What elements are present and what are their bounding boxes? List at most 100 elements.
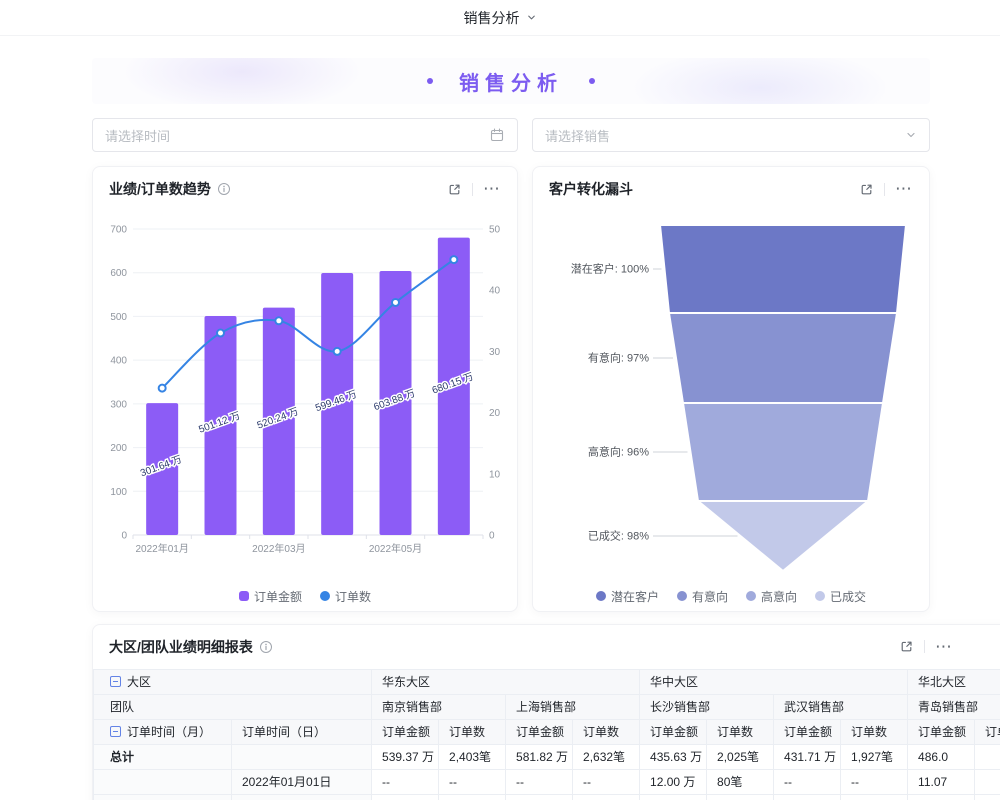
table-row: 总计539.37 万2,403笔581.82 万2,632笔435.63 万2,… (94, 745, 1000, 770)
team-header-text: 上海销售部 (516, 700, 576, 714)
chevron-down-icon[interactable] (905, 129, 917, 141)
value-cell: -- (439, 770, 506, 795)
funnel-card-title-text: 客户转化漏斗 (549, 179, 633, 199)
decor-dot-left (427, 78, 433, 84)
measure-header-text: 订单金额 (650, 725, 698, 739)
day-cell (232, 745, 372, 770)
measure-header: 订单金额 (908, 720, 975, 745)
value-cell: 2,403笔 (439, 745, 506, 770)
x-axis-label: 2022年05月 (369, 542, 422, 555)
legend-label: 订单金额 (254, 588, 302, 605)
value-cell-text: 581.82 万 (516, 750, 568, 764)
legend-item[interactable]: 订单金额 (239, 588, 302, 605)
calendar-icon[interactable] (489, 127, 505, 143)
funnel-stage[interactable] (669, 313, 897, 403)
team-header: 长沙销售部 (640, 695, 774, 720)
measure-header: 订单金额 (506, 720, 573, 745)
page-selector[interactable]: 销售分析 (464, 8, 537, 28)
value-cell-text: 1,927笔 (851, 750, 893, 764)
month-col-header-text: 订单时间（月） (127, 725, 211, 739)
funnel-stage[interactable] (660, 225, 906, 313)
team-header: 青岛销售部 (908, 695, 1000, 720)
legend-item[interactable]: 高意向 (746, 588, 797, 605)
line-point[interactable] (392, 299, 399, 306)
value-cell-text: -- (583, 775, 591, 789)
value-cell-text: -- (382, 775, 390, 789)
info-icon[interactable] (217, 182, 231, 196)
legend-item[interactable]: 潜在客户 (596, 588, 659, 605)
value-cell: 80笔 (707, 770, 774, 795)
export-icon[interactable] (859, 182, 874, 197)
value-cell: 539.37 万 (372, 745, 439, 770)
filters-row: 请选择时间 请选择销售 (92, 118, 930, 152)
region-header: 华东大区 (372, 670, 640, 695)
svg-text:40: 40 (489, 286, 501, 297)
collapse-icon[interactable] (110, 726, 121, 737)
legend-item[interactable]: 订单数 (320, 588, 371, 605)
region-header: 华北大区 (908, 670, 1000, 695)
collapse-icon[interactable] (110, 676, 121, 687)
line-point[interactable] (334, 348, 341, 355)
info-icon[interactable] (259, 640, 273, 654)
svg-text:0: 0 (121, 531, 127, 542)
sales-filter-select[interactable]: 请选择销售 (532, 118, 930, 152)
pivot-corner-team: 团队 (94, 695, 372, 720)
month-cell (94, 795, 232, 800)
more-icon[interactable]: ⋯ (483, 182, 501, 196)
value-cell-text: -- (516, 775, 524, 789)
pivot-corner-region: 大区 (94, 670, 372, 695)
day-cell: 2022年01月02日 (232, 795, 372, 800)
funnel-card: 客户转化漏斗 ⋯ 潜在客户: 100%有意向: 97%高意向: 96%已成交: … (532, 166, 930, 612)
team-header-text: 武汉销售部 (784, 700, 844, 714)
region-header: 华中大区 (640, 670, 908, 695)
value-cell: -- (506, 770, 573, 795)
legend-label: 高意向 (761, 588, 797, 605)
line-point[interactable] (217, 330, 224, 337)
svg-text:50: 50 (489, 225, 501, 236)
value-cell-text: 539.37 万 (382, 750, 434, 764)
trend-legend: 订单金额 订单数 (93, 583, 517, 609)
funnel-stage-label: 有意向: 97% (588, 351, 649, 365)
table-card-title-text: 大区/团队业绩明细报表 (109, 637, 253, 657)
banner: 销售分析 (92, 58, 930, 104)
month-cell (94, 770, 232, 795)
value-cell-text: 80笔 (717, 775, 742, 789)
legend-item[interactable]: 有意向 (677, 588, 728, 605)
legend-item[interactable]: 已成交 (815, 588, 866, 605)
team-header: 武汉销售部 (774, 695, 908, 720)
svg-text:20: 20 (489, 408, 501, 419)
legend-marker-icon (239, 591, 249, 601)
value-cell (908, 795, 975, 800)
value-cell: -- (573, 795, 640, 800)
line-point[interactable] (275, 317, 282, 324)
funnel-stage-label: 已成交: 98% (588, 529, 649, 543)
svg-text:30: 30 (489, 347, 501, 358)
more-icon[interactable]: ⋯ (895, 182, 913, 196)
funnel-card-actions: ⋯ (859, 182, 913, 197)
time-filter-input[interactable]: 请选择时间 (92, 118, 518, 152)
value-cell-text: 435.63 万 (650, 750, 702, 764)
day-cell: 2022年01月01日 (232, 770, 372, 795)
value-cell: -- (841, 770, 908, 795)
sales-filter-placeholder: 请选择销售 (545, 126, 610, 145)
legend-label: 已成交 (830, 588, 866, 605)
topbar: 销售分析 (0, 0, 1000, 36)
line-point[interactable] (450, 256, 457, 263)
funnel-stage[interactable] (683, 403, 883, 501)
export-icon[interactable] (447, 182, 462, 197)
more-icon[interactable]: ⋯ (935, 640, 953, 654)
svg-text:0: 0 (489, 531, 495, 542)
svg-text:700: 700 (110, 225, 127, 236)
measure-header: 订单数 (573, 720, 640, 745)
export-icon[interactable] (899, 639, 914, 654)
measure-header: 订单数 (841, 720, 908, 745)
measure-header: 订单金额 (774, 720, 841, 745)
measure-header-text: 订单金额 (382, 725, 430, 739)
value-cell-text: -- (784, 775, 792, 789)
value-cell-text: 11.07 (918, 775, 947, 789)
measure-header: 订单数 (707, 720, 774, 745)
svg-text:400: 400 (110, 356, 127, 367)
month-cell: 总计 (94, 745, 232, 770)
line-point[interactable] (159, 385, 166, 392)
value-cell: -- (372, 795, 439, 800)
